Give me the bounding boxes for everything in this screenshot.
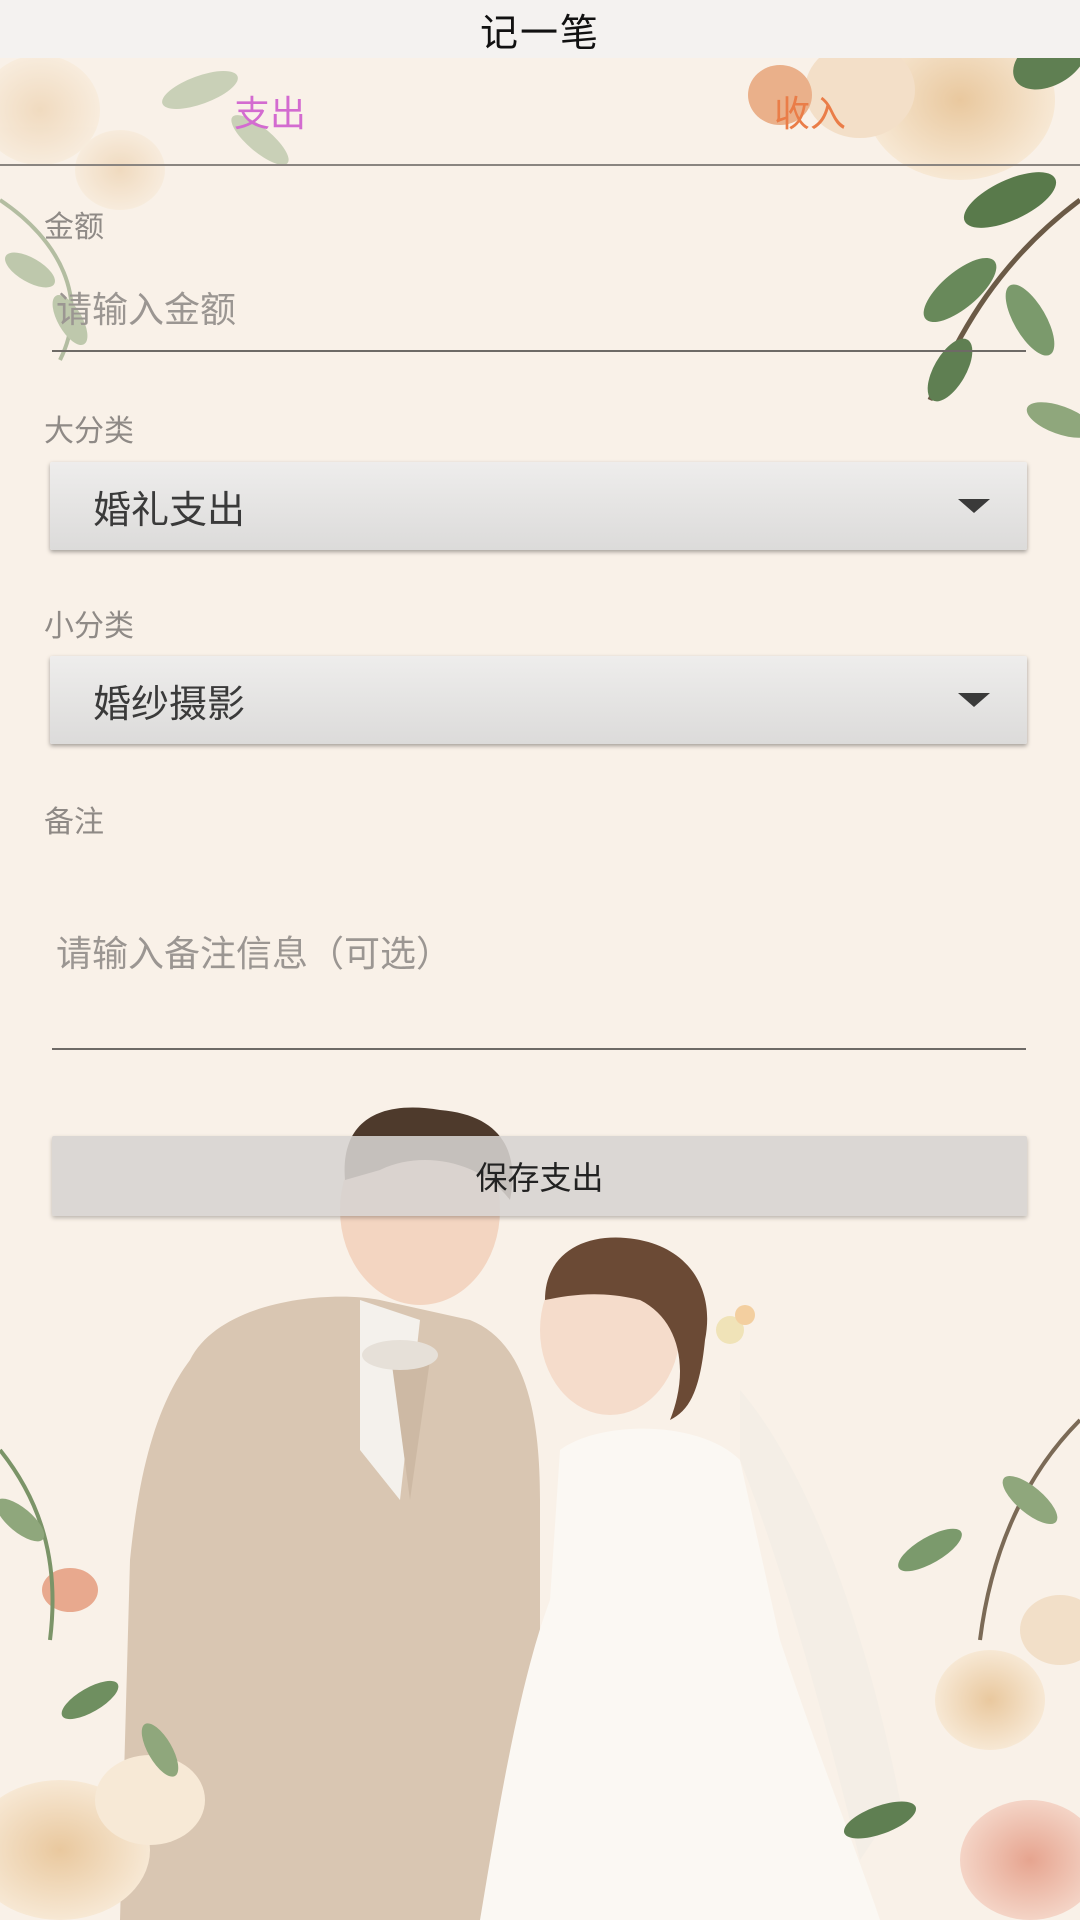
amount-input[interactable] [52, 270, 1026, 352]
amount-label: 金额 [44, 210, 104, 245]
screen: 记一笔 支出 收入 金额 大分类 婚礼支出 小分类 婚纱摄影 备注 保存支出 [0, 0, 1080, 1920]
main-category-select[interactable]: 婚礼支出 [50, 462, 1027, 550]
chevron-down-icon [958, 499, 990, 513]
type-tabs: 支出 收入 [0, 58, 1080, 166]
note-input[interactable] [52, 860, 1026, 1050]
main-category-label: 大分类 [44, 414, 134, 449]
tab-income[interactable]: 收入 [540, 58, 1080, 164]
save-expense-button[interactable]: 保存支出 [52, 1136, 1027, 1216]
chevron-down-icon [958, 693, 990, 707]
sub-category-select[interactable]: 婚纱摄影 [50, 656, 1027, 744]
note-label: 备注 [44, 805, 104, 840]
tab-expense[interactable]: 支出 [0, 58, 540, 164]
sub-category-value: 婚纱摄影 [93, 681, 246, 726]
title-bar: 记一笔 [0, 0, 1080, 58]
main-category-value: 婚礼支出 [93, 487, 246, 532]
sub-category-label: 小分类 [44, 609, 134, 644]
app-title: 记一笔 [479, 10, 600, 55]
